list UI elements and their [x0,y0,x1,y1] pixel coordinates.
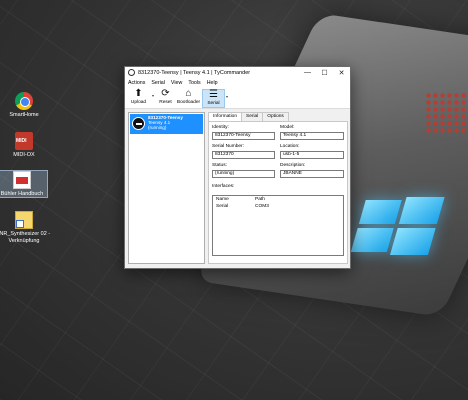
tab-information[interactable]: Information [208,112,242,121]
serial-label: Serial [207,101,220,106]
tab-serial[interactable]: Serial [241,112,264,121]
serial-button[interactable]: ☰ Serial ▾ [202,89,228,108]
window-title: 8312370-Teensy | Teensy 4.1 | TyCommande… [138,69,251,76]
serial-number-label: Serial Number: [212,144,244,149]
description-field[interactable]: JBANNE [280,170,344,178]
model-field[interactable]: Teensy 4.1 [280,132,344,140]
menu-help[interactable]: Help [207,80,218,86]
status-field[interactable]: (running) [212,170,275,178]
midi-ox-icon [15,132,33,150]
desktop-icon-handbuch[interactable]: Bühler Handbuch [0,170,48,198]
reset-label: Reset [159,100,172,105]
location-field[interactable]: usb-1-5 [280,151,344,159]
interfaces-table[interactable]: Name Path Serial COM3 [212,195,344,256]
tab-bar: Information Serial Options [208,112,289,121]
desktop-icon-midi-ox[interactable]: MIDI-OX [0,132,54,159]
upload-button[interactable]: ⬆ Upload ▾ [127,88,154,108]
teensy-board-icon [132,117,145,130]
tab-options[interactable]: Options [262,112,289,121]
serial-icon: ☰ [209,89,218,100]
upload-label: Upload [130,100,147,105]
windows-logo-icon [350,197,445,255]
reset-icon: ⟳ [161,88,170,99]
reset-button[interactable]: ⟳ Reset [154,89,177,108]
home-icon: ⌂ [185,88,192,99]
close-button[interactable]: ✕ [333,67,350,78]
title-bar[interactable]: 8312370-Teensy | Teensy 4.1 | TyCommande… [125,67,350,78]
menu-actions[interactable]: Actions [128,80,145,86]
information-panel: Identity: 8312370-Teensy Model: Teensy 4… [208,121,348,264]
menu-view[interactable]: View [171,80,182,86]
status-label: Status: [212,163,227,168]
wallpaper-grill [425,92,468,136]
bootloader-button[interactable]: ⌂ Bootloader [177,89,200,108]
toolbar: ⬆ Upload ▾ ⟳ Reset ⌂ Bootloader ☰ Serial… [125,87,350,109]
interfaces-label: Interfaces: [212,184,235,189]
desktop-icon-label: Bühler Handbuch [0,191,44,197]
board-list[interactable]: 8312370-Teensy Teensy 4.1 (running) [128,112,205,264]
bootloader-label: Bootloader [176,100,201,105]
tycommander-window: 8312370-Teensy | Teensy 4.1 | TyCommande… [124,66,351,269]
location-label: Location: [280,144,300,149]
tycommander-app-icon [128,69,135,76]
desktop-icon-label: INR_Synthesizer 02 - Verknüpfung [0,231,51,244]
interface-path: COM3 [255,204,269,209]
identity-label: Identity: [212,125,229,130]
column-header-name[interactable]: Name [213,196,255,203]
desktop-icon-label: SmartHome [9,112,39,118]
desktop-icon-synthesizer-shortcut[interactable]: INR_Synthesizer 02 - Verknüpfung [0,211,54,244]
chrome-icon [15,92,33,110]
minimize-button[interactable]: — [299,67,316,78]
board-list-item[interactable]: 8312370-Teensy Teensy 4.1 (running) [130,114,203,134]
serial-dropdown-icon[interactable]: ▾ [226,94,228,99]
model-label: Model: [280,125,295,130]
maximize-button[interactable]: ☐ [316,67,333,78]
description-label: Description: [280,163,306,168]
identity-field[interactable]: 8312370-Teensy [212,132,275,140]
serial-number-field[interactable]: 8312370 [212,151,275,159]
interface-name: Serial [216,204,229,209]
board-status: (running) [148,125,167,131]
column-header-path[interactable]: Path [255,196,343,203]
main-area: 8312370-Teensy Teensy 4.1 (running) Info… [125,109,350,266]
shortcut-icon [15,211,33,229]
menu-bar: Actions Serial View Tools Help [125,78,350,87]
menu-serial[interactable]: Serial [151,80,165,86]
upload-arrow-icon: ⬆ [134,88,143,99]
desktop-icon-smarthome[interactable]: SmartHome [0,92,54,119]
menu-tools[interactable]: Tools [188,80,200,86]
table-row[interactable]: Serial COM3 [213,203,343,210]
table-header: Name Path [213,196,343,203]
desktop-icon-label: MIDI-OX [13,152,35,158]
pdf-icon [13,171,31,189]
